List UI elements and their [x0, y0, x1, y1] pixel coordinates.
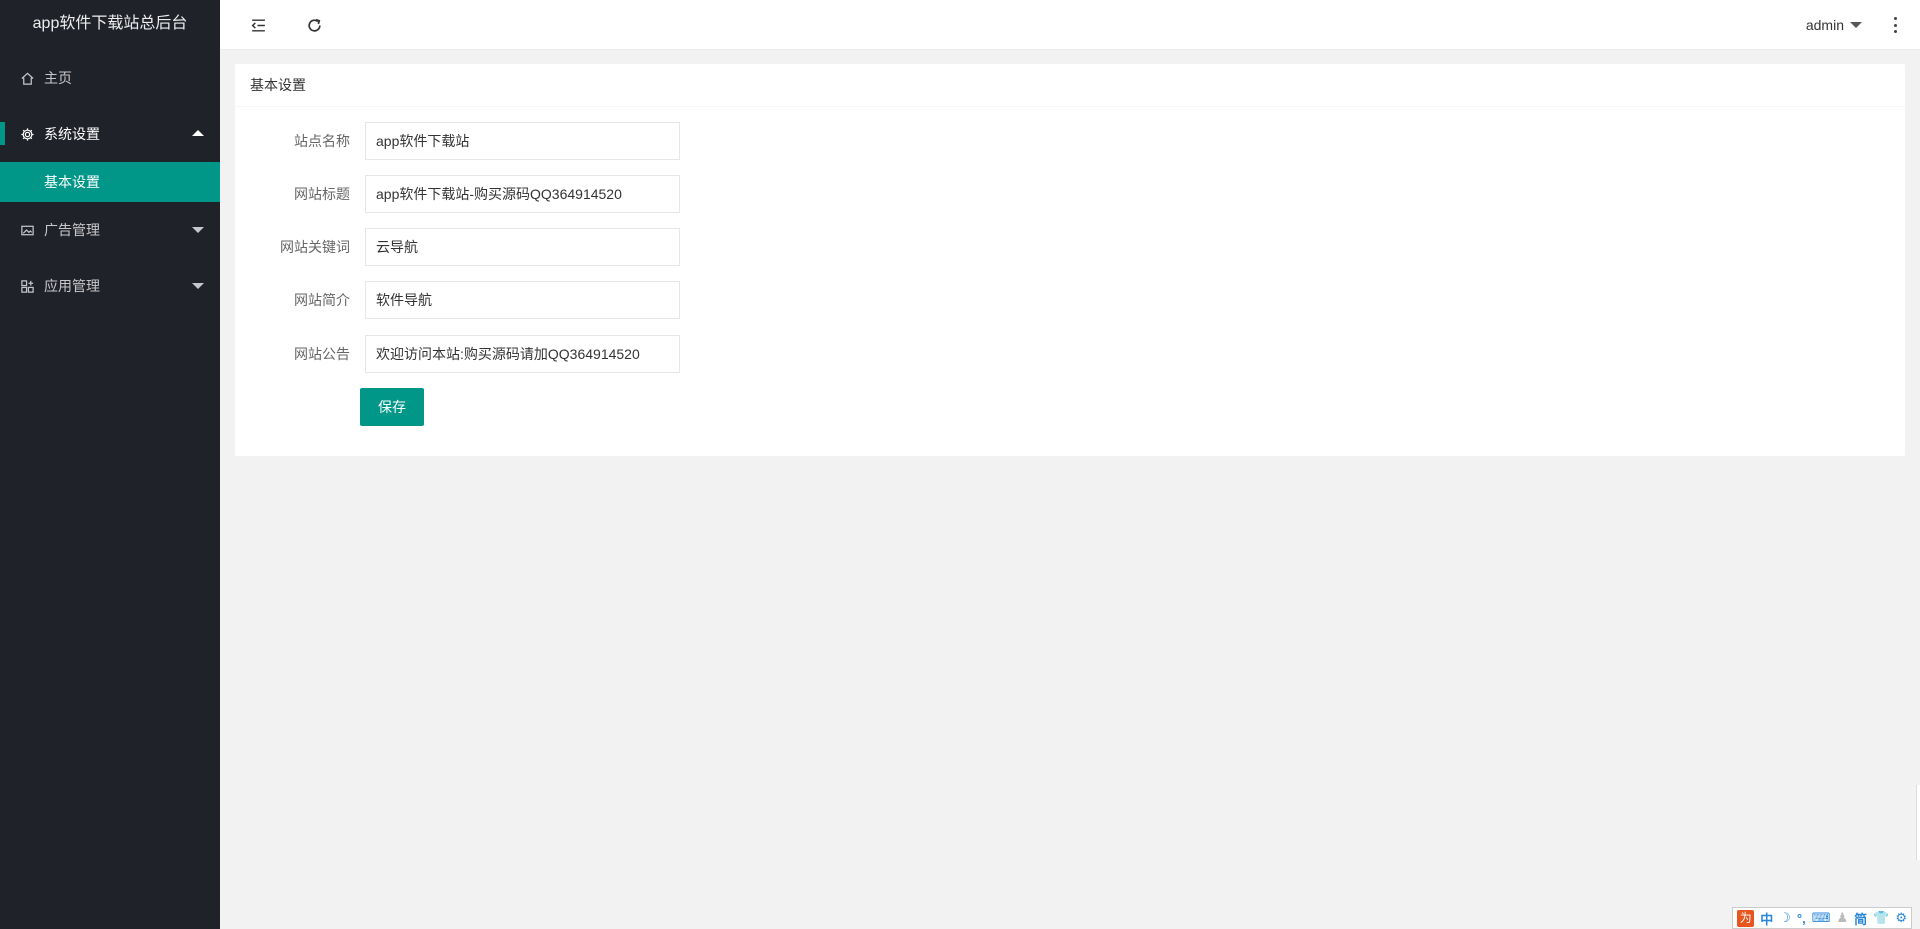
app-logo-title[interactable]: app软件下载站总后台 — [0, 0, 220, 50]
sidebar-item-label: 系统设置 — [44, 126, 100, 142]
ime-user-icon[interactable]: ♟ — [1836, 910, 1848, 926]
ime-toolbar: 为 中 ☽ °, ⌨ ♟ 简 👕 ⚙ — [1732, 907, 1912, 929]
sidebar-item-system-settings[interactable]: 系统设置 — [0, 106, 220, 162]
sidebar-nav: 主页 系统设置 基本设置 广告管理 应用管理 — [0, 50, 220, 314]
site-description-input[interactable] — [365, 281, 680, 319]
site-notice-input[interactable] — [365, 335, 680, 373]
sidebar-item-app-management[interactable]: 应用管理 — [0, 258, 220, 314]
form-row-site-notice: 网站公告 — [235, 335, 680, 373]
field-label: 网站关键词 — [280, 239, 350, 255]
sidebar-item-ad-management[interactable]: 广告管理 — [0, 202, 220, 258]
refresh-icon[interactable] — [304, 15, 324, 35]
chevron-up-icon — [192, 130, 204, 136]
site-name-input[interactable] — [365, 122, 680, 160]
ime-simplified[interactable]: 简 — [1854, 909, 1867, 928]
ime-skin-icon[interactable]: 👕 — [1873, 910, 1889, 926]
ime-punctuation-icon[interactable]: °, — [1797, 911, 1806, 926]
ime-logo-icon[interactable]: 为 — [1737, 909, 1755, 927]
form-row-site-description: 网站简介 — [235, 281, 680, 319]
sidebar-item-basic-settings[interactable]: 基本设置 — [0, 162, 220, 202]
sidebar-subnav: 基本设置 — [0, 162, 220, 202]
menu-collapse-icon[interactable] — [248, 15, 268, 35]
form-row-site-name: 站点名称 — [235, 122, 680, 160]
ime-keyboard-icon[interactable]: ⌨ — [1812, 910, 1831, 926]
sidebar-item-label: 广告管理 — [44, 222, 100, 238]
field-label: 网站公告 — [294, 346, 350, 362]
chevron-down-icon — [192, 283, 204, 289]
ime-moon-icon[interactable]: ☽ — [1779, 910, 1791, 926]
chevron-down-icon — [192, 227, 204, 233]
field-label: 站点名称 — [294, 133, 350, 149]
user-menu[interactable]: admin — [1806, 0, 1862, 50]
caret-down-icon — [1850, 22, 1862, 28]
sidebar-item-home[interactable]: 主页 — [0, 50, 220, 106]
ime-chinese-mode[interactable]: 中 — [1760, 909, 1773, 928]
save-button[interactable]: 保存 — [360, 388, 424, 426]
form-row-site-title: 网站标题 — [235, 175, 680, 213]
site-title-input[interactable] — [365, 175, 680, 213]
sidebar: app软件下载站总后台 主页 系统设置 基本设置 广告管理 应用管理 — [0, 0, 220, 929]
username: admin — [1805, 17, 1844, 33]
apps-icon — [20, 279, 35, 294]
top-header: admin — [220, 0, 1920, 50]
settings-card: 基本设置 站点名称 网站标题 网站关键词 网站简介 网站公告 保存 — [235, 64, 1905, 456]
field-label: 网站标题 — [294, 186, 350, 202]
more-vertical-icon[interactable] — [1892, 17, 1898, 33]
ime-settings-icon[interactable]: ⚙ — [1895, 910, 1907, 926]
sidebar-item-label: 应用管理 — [44, 278, 100, 294]
image-icon — [20, 223, 35, 238]
site-keywords-input[interactable] — [365, 228, 680, 266]
form-row-site-keywords: 网站关键词 — [235, 228, 680, 266]
edge-tab[interactable] — [1916, 785, 1920, 860]
sidebar-item-label: 主页 — [44, 70, 72, 86]
field-label: 网站简介 — [294, 292, 350, 308]
gear-icon — [20, 127, 35, 142]
home-icon — [20, 71, 35, 86]
card-title: 基本设置 — [235, 64, 1905, 107]
